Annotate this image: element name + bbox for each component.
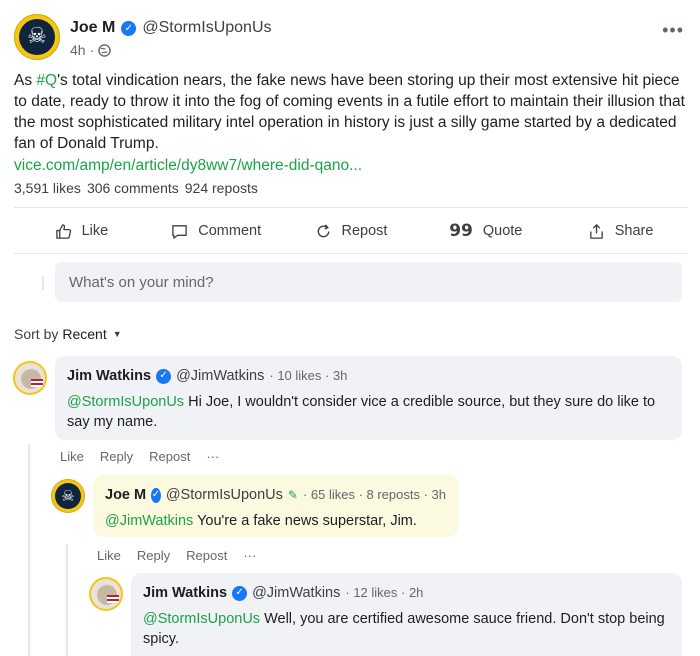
verified-badge-icon: ✓ (121, 20, 137, 36)
nested-reply-text: @StormIsUponUs Well, you are certified a… (143, 609, 670, 649)
quote-label: Quote (482, 223, 523, 239)
repost-button[interactable]: Repost (284, 210, 419, 252)
verified-badge-icon: ✓ (232, 585, 248, 601)
article-link[interactable]: vice.com/amp/en/article/dy8ww7/where-did… (14, 155, 686, 176)
pencil-icon: ✎ (287, 488, 298, 502)
thread-line (28, 444, 30, 656)
thread-line (66, 544, 68, 656)
post-text: As #Q's total vindication nears, the fak… (14, 70, 686, 176)
post-meta: 4h · (70, 42, 112, 58)
reply-author-name[interactable]: Joe M (105, 485, 146, 505)
skull-logo-icon: ☠ (55, 483, 81, 509)
comment-text: @StormIsUponUs Hi Joe, I wouldn't consid… (67, 392, 670, 432)
likes-count[interactable]: 3,591 likes (14, 180, 81, 196)
comment-bubble: Jim Watkins ✓ @JimWatkins · 10 likes · 3… (55, 356, 682, 440)
commenter-handle[interactable]: @JimWatkins (176, 366, 264, 386)
sort-label: Sort by (14, 326, 59, 342)
nested-reply-header: Jim Watkins ✓ @JimWatkins · 12 likes · 2… (143, 583, 670, 603)
globe-icon (98, 43, 112, 57)
reply-meta: · 65 likes · 8 reposts · 3h (302, 487, 446, 502)
verified-badge-icon: ✓ (156, 368, 172, 384)
like-label: Like (81, 223, 109, 239)
reply-repost-button[interactable]: Repost (186, 548, 227, 563)
nested-reply-avatar[interactable] (89, 577, 123, 611)
flag-icon (107, 595, 119, 603)
author-handle[interactable]: @StormIsUponUs (142, 19, 271, 37)
mention-link[interactable]: @StormIsUponUs (67, 394, 184, 410)
reply-header: Joe M ✓ @StormIsUponUs ✎ · 65 likes · 8 … (105, 485, 446, 505)
comment-more-button[interactable]: ··· (206, 449, 219, 464)
mention-link[interactable]: @StormIsUponUs (143, 611, 260, 627)
chevron-down-icon: ▼ (112, 329, 122, 339)
reply-bubble: Joe M ✓ @StormIsUponUs ✎ · 65 likes · 8 … (93, 475, 458, 537)
comment-reply-button[interactable]: Reply (100, 449, 133, 464)
share-icon (589, 223, 603, 239)
reply-reply-button[interactable]: Reply (137, 548, 170, 563)
comment-actions: Like Reply Repost ··· (60, 449, 219, 464)
comment-button[interactable]: Comment (149, 210, 284, 252)
action-bar: Like Comment Repost 99 Quote Share (14, 210, 688, 252)
more-dots-icon[interactable]: ••• (662, 20, 684, 41)
commenter-name[interactable]: Jim Watkins (67, 366, 151, 386)
nested-reply-name[interactable]: Jim Watkins (143, 583, 227, 603)
sort-control[interactable]: Sort by Recent ▼ (14, 326, 122, 342)
comment-icon (172, 224, 188, 239)
post-stats: 3,591 likes 306 comments 924 reposts (14, 180, 258, 196)
like-button[interactable]: Like (14, 210, 149, 252)
comment-repost-button[interactable]: Repost (149, 449, 190, 464)
composer-marker (42, 276, 44, 290)
author-line: Joe M ✓ @StormIsUponUs (70, 19, 272, 37)
comment-composer-input[interactable]: What's on your mind? (55, 262, 682, 302)
reply-like-button[interactable]: Like (97, 548, 121, 563)
reply-author-handle[interactable]: @StormIsUponUs (166, 485, 283, 505)
comment-label: Comment (198, 223, 262, 239)
quote-button[interactable]: 99 Quote (418, 210, 553, 252)
sort-value[interactable]: Recent (62, 326, 106, 342)
hashtag-link[interactable]: #Q (36, 72, 57, 89)
thumbs-up-icon (55, 223, 71, 239)
post-header: ☠ Joe M ✓ @StormIsUponUs 4h · ••• (10, 10, 690, 64)
mention-link[interactable]: @JimWatkins (105, 513, 193, 529)
post-text-prefix: As (14, 72, 37, 89)
comment-meta: · 10 likes · 3h (269, 368, 348, 383)
comment-like-button[interactable]: Like (60, 449, 84, 464)
reply-body: You're a fake news superstar, Jim. (193, 513, 417, 529)
repost-icon (317, 223, 329, 237)
reply-actions: Like Reply Repost ··· (97, 548, 256, 563)
share-label: Share (614, 223, 654, 239)
author-name[interactable]: Joe M (70, 19, 115, 37)
quote-icon: 99 (449, 221, 473, 241)
flag-icon (31, 379, 43, 387)
nested-reply-meta: · 12 likes · 2h (345, 585, 424, 600)
nested-reply-handle[interactable]: @JimWatkins (252, 583, 340, 603)
reposts-count[interactable]: 924 reposts (185, 180, 258, 196)
verified-badge-icon: ✓ (151, 487, 161, 503)
post-text-body: 's total vindication nears, the fake new… (14, 72, 685, 152)
repost-label: Repost (341, 223, 388, 239)
divider (14, 253, 688, 254)
post-time[interactable]: 4h (70, 42, 86, 58)
commenter-avatar[interactable] (13, 361, 47, 395)
reply-author-avatar[interactable]: ☠ (51, 479, 85, 513)
divider (14, 207, 688, 208)
reply-text: @JimWatkins You're a fake news superstar… (105, 511, 446, 531)
skull-logo-icon: ☠ (19, 19, 55, 55)
comments-count[interactable]: 306 comments (87, 180, 179, 196)
nested-reply-bubble: Jim Watkins ✓ @JimWatkins · 12 likes · 2… (131, 573, 682, 656)
comment-header: Jim Watkins ✓ @JimWatkins · 10 likes · 3… (67, 366, 670, 386)
author-avatar[interactable]: ☠ (14, 14, 60, 60)
meta-separator: · (89, 42, 95, 58)
reply-more-button[interactable]: ··· (243, 548, 256, 563)
share-button[interactable]: Share (553, 210, 688, 252)
